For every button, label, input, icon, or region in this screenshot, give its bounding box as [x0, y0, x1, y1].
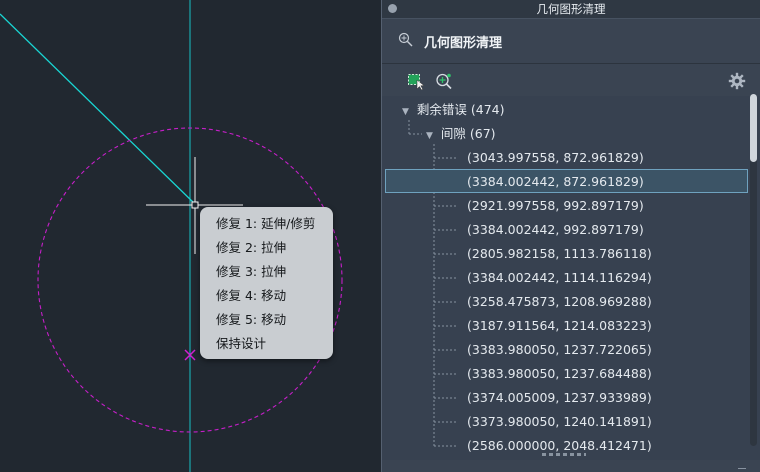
fix-context-menu: 修复 1: 延伸/修剪 修复 2: 拉伸 修复 3: 拉伸 修复 4: 移动 修… — [200, 207, 333, 359]
tree-item[interactable]: (2805.982158, 1113.786118) — [467, 242, 652, 266]
tree-item[interactable]: (3383.980050, 1237.722065) — [467, 338, 652, 362]
error-tree[interactable]: ▼ 剩余错误 (474) ▼ 间隙 (67) (3043.997558, 872.9… — [382, 96, 760, 460]
tree-item[interactable]: (3384.002442, 992.897179) — [467, 218, 644, 242]
geometry-cleanup-palette: 几何图形清理 几何图形清理 ▼ 剩余错误 (474) ▼ 间隙 (67) (30… — [381, 0, 760, 472]
expand-triangle-icon[interactable]: ▼ — [426, 124, 433, 148]
gear-icon[interactable] — [728, 72, 746, 90]
geometry-cleanup-icon — [398, 32, 413, 47]
expand-triangle-icon[interactable]: ▼ — [402, 100, 409, 124]
close-icon[interactable] — [388, 4, 397, 13]
tree-item[interactable]: (3258.475873, 1208.969288) — [467, 290, 652, 314]
scrollbar-thumb[interactable] — [750, 94, 757, 162]
palette-header: 几何图形清理 — [382, 19, 760, 64]
tree-item[interactable]: (3043.997558, 872.961829) — [467, 146, 644, 170]
palette-window-title: 几何图形清理 — [536, 2, 606, 16]
menu-item-fix-2[interactable]: 修复 2: 拉伸 — [200, 236, 333, 260]
menu-item-fix-4[interactable]: 修复 4: 移动 — [200, 284, 333, 308]
tree-group-node[interactable]: ▼ 间隙 (67) — [426, 122, 496, 146]
menu-item-keep-design[interactable]: 保持设计 — [200, 332, 333, 356]
tree-root-label: 剩余错误 (474) — [416, 102, 505, 117]
tree-item[interactable]: (3383.980050, 1237.684488) — [467, 362, 652, 386]
zoom-to-error-icon[interactable] — [435, 72, 453, 90]
resize-grip[interactable] — [542, 453, 586, 456]
tree-vertical-scrollbar[interactable] — [750, 94, 757, 446]
tree-item[interactable]: (3384.002442, 1114.116294) — [467, 266, 652, 290]
drawing-canvas[interactable]: 修复 1: 延伸/修剪 修复 2: 拉伸 修复 3: 拉伸 修复 4: 移动 修… — [0, 0, 380, 472]
palette-title: 几何图形清理 — [424, 36, 503, 51]
tree-item[interactable]: (3374.005009, 1237.933989) — [467, 386, 652, 410]
tree-item[interactable]: (2921.997558, 992.897179) — [467, 194, 644, 218]
tree-item[interactable]: (3373.980050, 1240.141891) — [467, 410, 652, 434]
palette-toolbar — [382, 64, 760, 98]
palette-titlebar[interactable]: 几何图形清理 — [382, 0, 760, 19]
menu-item-fix-3[interactable]: 修复 3: 拉伸 — [200, 260, 333, 284]
diagonal-line[interactable] — [0, 13, 196, 205]
menu-item-fix-1[interactable]: 修复 1: 延伸/修剪 — [200, 212, 333, 236]
tree-item-selected[interactable]: (3384.002442, 872.961829) — [385, 169, 748, 193]
menu-item-fix-5[interactable]: 修复 5: 移动 — [200, 308, 333, 332]
palette-resize-handle[interactable] — [738, 462, 746, 469]
select-objects-icon[interactable] — [407, 72, 425, 90]
tree-item[interactable]: (3187.911564, 1214.083223) — [467, 314, 652, 338]
tree-group-label: 间隙 (67) — [440, 126, 496, 141]
tree-root-node[interactable]: ▼ 剩余错误 (474) — [402, 98, 505, 122]
